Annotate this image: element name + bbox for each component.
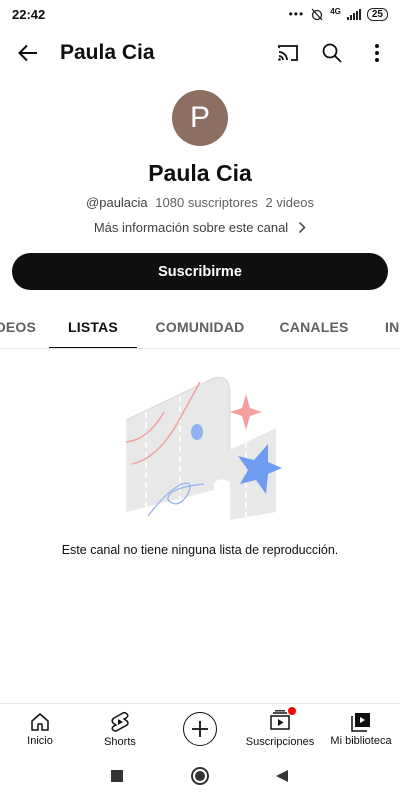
create-button[interactable] bbox=[183, 712, 217, 746]
tab-informacion[interactable]: INFORMACIÓN bbox=[385, 306, 400, 348]
app-bar: Paula Cia bbox=[0, 28, 400, 78]
tab-listas[interactable]: LISTAS bbox=[49, 306, 137, 348]
more-vert-icon bbox=[375, 44, 379, 62]
subscriptions-icon-wrap bbox=[269, 707, 296, 733]
nav-mi-biblioteca-label: Mi biblioteca bbox=[330, 734, 392, 747]
back-system-icon[interactable] bbox=[275, 769, 289, 783]
bottom-navigation: Inicio Shorts Suscripciones Mi bibliotec… bbox=[0, 703, 400, 753]
alarm-off-icon bbox=[311, 8, 323, 21]
chevron-right-icon bbox=[299, 221, 306, 233]
avatar: P bbox=[172, 90, 228, 146]
video-count: 2 videos bbox=[265, 195, 314, 210]
battery-icon: 25 bbox=[366, 7, 388, 21]
back-arrow-icon bbox=[18, 44, 37, 62]
nav-inicio[interactable]: Inicio bbox=[14, 704, 66, 754]
subscribe-button[interactable]: Suscribirme bbox=[12, 253, 388, 290]
library-icon bbox=[351, 712, 370, 732]
nav-mi-biblioteca[interactable]: Mi biblioteca bbox=[326, 704, 396, 754]
home-icon bbox=[31, 712, 49, 731]
empty-playlist-illustration bbox=[125, 376, 282, 520]
search-icon bbox=[322, 43, 342, 63]
more-info-label: Más información sobre este canal bbox=[93, 219, 289, 235]
signal-icon bbox=[346, 8, 361, 20]
nav-shorts[interactable]: Shorts bbox=[94, 704, 146, 754]
status-bar: 22:42 ••• 4G 25 bbox=[0, 0, 400, 28]
status-time: 22:42 bbox=[12, 6, 46, 22]
status-icons: ••• 4G 25 bbox=[289, 7, 388, 21]
nav-shorts-label: Shorts bbox=[104, 735, 136, 748]
tab-videos[interactable]: VIDEOS bbox=[0, 306, 54, 348]
cast-button[interactable] bbox=[266, 28, 310, 78]
home-system-inner bbox=[195, 771, 205, 781]
shorts-icon bbox=[111, 711, 129, 732]
channel-tabs: VIDEOS LISTAS COMUNIDAD CANALES INFORMAC… bbox=[0, 306, 400, 349]
back-button[interactable] bbox=[0, 28, 56, 78]
notification-badge bbox=[288, 707, 296, 715]
create-icon bbox=[192, 721, 208, 737]
nav-inicio-label: Inicio bbox=[27, 734, 53, 747]
empty-state-message: Este canal no tiene ninguna lista de rep… bbox=[61, 543, 339, 557]
cast-icon bbox=[278, 45, 298, 61]
recents-icon[interactable] bbox=[111, 770, 123, 782]
channel-meta: @paulacia 1080 suscriptores 2 videos bbox=[0, 195, 400, 210]
channel-name: Paula Cia bbox=[148, 160, 252, 186]
more-info-link[interactable]: Más información sobre este canal bbox=[0, 218, 400, 236]
home-system-icon[interactable] bbox=[191, 767, 209, 785]
tab-comunidad[interactable]: COMUNIDAD bbox=[150, 306, 250, 348]
subscriber-count: 1080 suscriptores bbox=[155, 195, 258, 210]
channel-handle: @paulacia bbox=[86, 195, 148, 210]
system-navigation-bar bbox=[0, 753, 400, 800]
nav-suscripciones[interactable]: Suscripciones bbox=[244, 704, 316, 754]
nav-suscripciones-label: Suscripciones bbox=[245, 736, 315, 748]
notification-dots: ••• bbox=[288, 7, 305, 21]
network-type: 4G bbox=[330, 6, 341, 16]
tab-canales[interactable]: CANALES bbox=[270, 306, 358, 348]
more-options-button[interactable] bbox=[354, 28, 400, 78]
search-button[interactable] bbox=[310, 28, 354, 78]
page-title: Paula Cia bbox=[60, 41, 155, 64]
